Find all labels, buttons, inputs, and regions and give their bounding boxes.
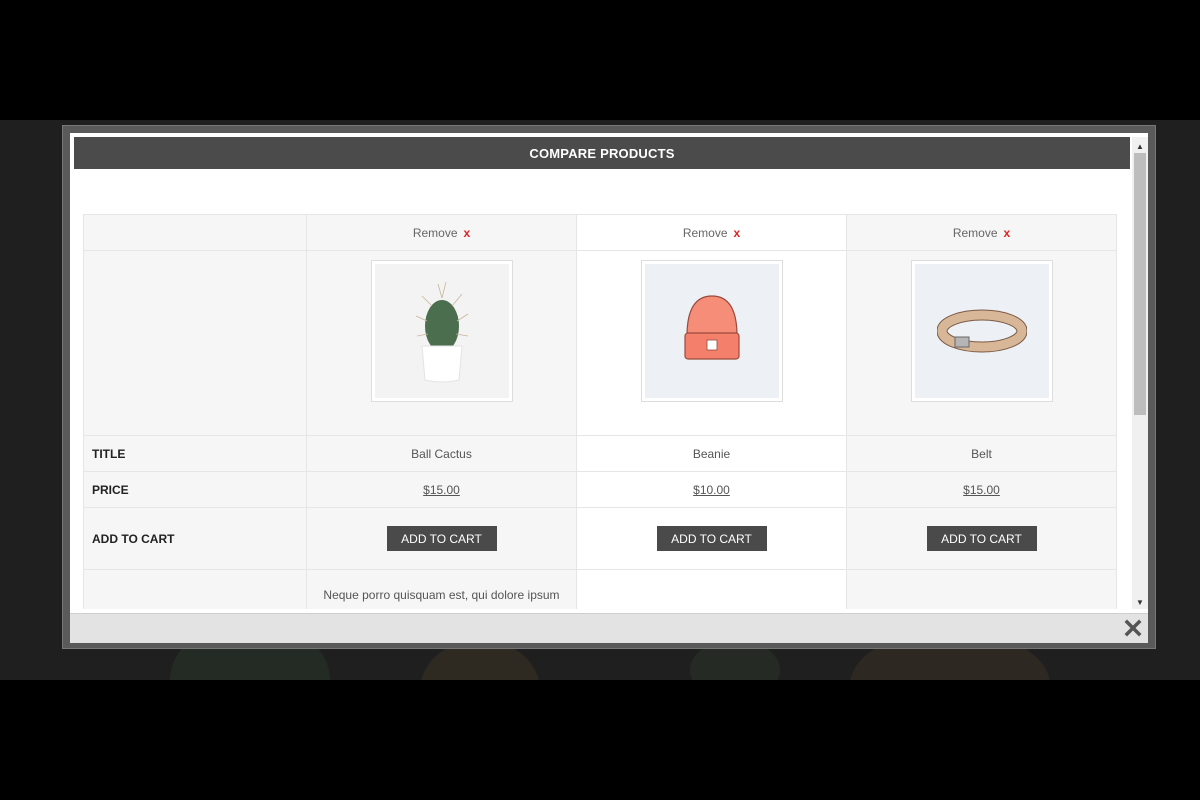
product-title: Ball Cactus bbox=[306, 435, 577, 472]
remove-button[interactable]: Remove x bbox=[953, 226, 1010, 240]
remove-label: Remove bbox=[412, 225, 458, 240]
add-to-cart-button[interactable]: ADD TO CART bbox=[386, 526, 497, 551]
belt-image bbox=[936, 309, 1027, 353]
cactus-image bbox=[415, 281, 468, 383]
price-row: PRICE $15.00 $10.00 $15.00 bbox=[83, 471, 1117, 508]
beanie-image bbox=[683, 295, 740, 360]
remove-x-icon: x bbox=[733, 225, 741, 240]
row-label-price: PRICE bbox=[83, 471, 307, 508]
product-price[interactable]: $15.00 bbox=[423, 483, 460, 497]
add-to-cart-button[interactable]: ADD TO CART bbox=[656, 526, 767, 551]
remove-label: Remove bbox=[682, 225, 728, 240]
price-cell: $15.00 bbox=[846, 471, 1117, 508]
description-cell bbox=[576, 569, 847, 609]
remove-label: Remove bbox=[952, 225, 998, 240]
image-cell bbox=[306, 250, 577, 436]
price-cell: $15.00 bbox=[306, 471, 577, 508]
remove-cell: Remove x bbox=[306, 214, 577, 251]
cart-cell: ADD TO CART bbox=[846, 507, 1117, 570]
empty-label-cell bbox=[83, 569, 307, 609]
description-row: Neque porro quisquam est, qui dolore ips… bbox=[83, 569, 1117, 609]
vertical-scrollbar[interactable]: ▲ ▼ bbox=[1132, 137, 1148, 609]
empty-label-cell bbox=[83, 214, 307, 251]
product-description: Neque porro quisquam est, qui dolore ips… bbox=[323, 588, 560, 602]
price-cell: $10.00 bbox=[576, 471, 847, 508]
row-label-title: TITLE bbox=[83, 435, 307, 472]
product-image-beanie[interactable] bbox=[640, 260, 783, 402]
remove-cell: Remove x bbox=[576, 214, 847, 251]
description-cell bbox=[846, 569, 1117, 609]
close-icon[interactable] bbox=[1123, 618, 1143, 638]
scroll-down-arrow-icon[interactable]: ▼ bbox=[1132, 595, 1148, 609]
product-image-belt[interactable] bbox=[910, 260, 1053, 402]
compare-table: Remove x Remove x Remove x TITLE Ball Ca… bbox=[83, 214, 1117, 609]
letterbox-bottom bbox=[0, 680, 1200, 800]
product-description bbox=[577, 570, 846, 588]
title-row: TITLE Ball Cactus Beanie Belt bbox=[83, 435, 1117, 472]
product-price[interactable]: $10.00 bbox=[693, 483, 730, 497]
image-row bbox=[83, 250, 1117, 436]
compare-modal: COMPARE PRODUCTS Remove x Remove x Remove x bbox=[70, 133, 1148, 643]
cart-cell: ADD TO CART bbox=[306, 507, 577, 570]
remove-x-icon: x bbox=[1003, 225, 1011, 240]
product-price[interactable]: $15.00 bbox=[963, 483, 1000, 497]
remove-cell: Remove x bbox=[846, 214, 1117, 251]
remove-x-icon: x bbox=[463, 225, 471, 240]
product-title: Beanie bbox=[576, 435, 847, 472]
compare-scroll-area[interactable]: Remove x Remove x Remove x TITLE Ball Ca… bbox=[70, 169, 1132, 609]
product-image-ball-cactus[interactable] bbox=[370, 260, 513, 402]
remove-button[interactable]: Remove x bbox=[413, 226, 470, 240]
product-description bbox=[847, 570, 1116, 588]
scroll-up-arrow-icon[interactable]: ▲ bbox=[1132, 139, 1148, 153]
cart-cell: ADD TO CART bbox=[576, 507, 847, 570]
letterbox-top bbox=[0, 0, 1200, 120]
add-to-cart-row: ADD TO CART ADD TO CART ADD TO CART ADD … bbox=[83, 507, 1117, 570]
image-cell bbox=[576, 250, 847, 436]
image-cell bbox=[846, 250, 1117, 436]
add-to-cart-button[interactable]: ADD TO CART bbox=[926, 526, 1037, 551]
row-label-add-to-cart: ADD TO CART bbox=[83, 507, 307, 570]
product-title: Belt bbox=[846, 435, 1117, 472]
remove-row: Remove x Remove x Remove x bbox=[83, 214, 1117, 251]
description-cell: Neque porro quisquam est, qui dolore ips… bbox=[306, 569, 577, 609]
scrollbar-thumb[interactable] bbox=[1134, 153, 1146, 415]
empty-label-cell bbox=[83, 250, 307, 436]
modal-footer bbox=[70, 613, 1148, 643]
remove-button[interactable]: Remove x bbox=[683, 226, 740, 240]
modal-title: COMPARE PRODUCTS bbox=[74, 137, 1130, 169]
